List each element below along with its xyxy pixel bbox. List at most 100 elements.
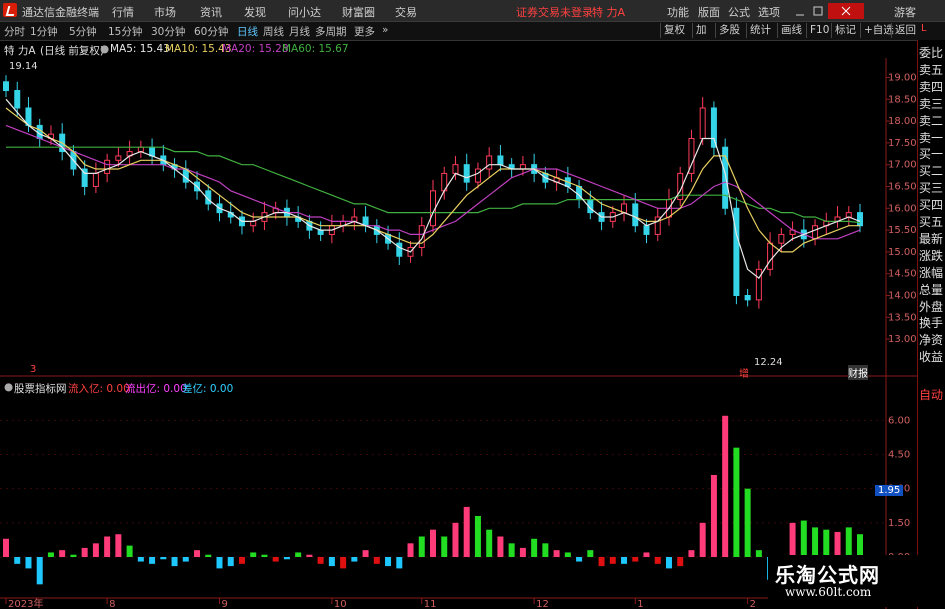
- candle-body: [250, 220, 257, 227]
- indicator-bar: [238, 557, 245, 564]
- tab-more[interactable]: 更多: [354, 24, 375, 39]
- tab-fenshi[interactable]: 分时: [4, 24, 25, 39]
- indicator-bar: [194, 550, 201, 557]
- price-tick-label: 15.50: [888, 225, 917, 236]
- candle-body: [3, 81, 9, 92]
- indicator-bar: [418, 536, 425, 557]
- indicator-bar: [149, 557, 156, 564]
- finance-report-tag[interactable]: 财报: [848, 365, 868, 380]
- side-panel-item[interactable]: 买一: [919, 147, 945, 162]
- side-panel-item[interactable]: 买二: [919, 164, 945, 179]
- price-tick-label: 19.00: [888, 72, 917, 83]
- tab-60min[interactable]: 60分钟: [194, 24, 228, 39]
- price-tick-label: 18.00: [888, 116, 917, 127]
- menu-item-zixun[interactable]: 资讯: [200, 4, 222, 20]
- date-tick-label: 2: [750, 599, 756, 609]
- indicator-bar: [104, 536, 111, 557]
- side-panel-item[interactable]: 涨幅: [919, 266, 945, 281]
- tab-1min[interactable]: 1分钟: [30, 24, 58, 39]
- date-tick-label: 11: [424, 599, 437, 609]
- tab-weekly[interactable]: 周线: [263, 24, 284, 39]
- menu-item-shichang[interactable]: 市场: [154, 4, 176, 20]
- fuquan-button[interactable]: 复权: [660, 23, 688, 38]
- statistics-button[interactable]: 统计: [746, 23, 774, 38]
- side-panel-item[interactable]: 收益: [919, 350, 945, 365]
- side-panel-item[interactable]: 卖二: [919, 114, 945, 129]
- indicator-bar: [306, 554, 313, 557]
- kline-chart[interactable]: 19.0018.5018.0017.5017.0016.5016.0015.50…: [0, 58, 917, 609]
- guest-label[interactable]: 游客: [894, 4, 916, 20]
- menu-item-jiaoyi[interactable]: 交易: [395, 4, 417, 20]
- side-panel-item[interactable]: 卖一: [919, 131, 945, 146]
- restore-icon[interactable]: [812, 5, 824, 17]
- indicator-bar: [857, 534, 863, 557]
- multi-stock-button[interactable]: 多股: [715, 23, 743, 38]
- candle-body: [755, 268, 762, 301]
- menu-item-hangqing[interactable]: 行情: [112, 4, 134, 20]
- side-panel-item[interactable]: 买四: [919, 198, 945, 213]
- side-panel-item[interactable]: 卖三: [919, 97, 945, 112]
- tab-monthly[interactable]: 月线: [289, 24, 310, 39]
- tab-15min[interactable]: 15分钟: [108, 24, 142, 39]
- side-panel-item[interactable]: 换手: [919, 316, 945, 331]
- side-panel-item[interactable]: 卖五: [919, 63, 945, 78]
- side-panel-item[interactable]: 买三: [919, 181, 945, 196]
- indicator-bar: [36, 557, 43, 585]
- app-title: 通达信金融终端: [22, 6, 99, 19]
- indicator-bar: [497, 536, 504, 557]
- auto-button[interactable]: 自动: [919, 388, 945, 403]
- price-tick-label: 13.50: [888, 312, 917, 323]
- mark-button[interactable]: 标记: [831, 23, 859, 38]
- tab-daily[interactable]: 日线: [237, 24, 258, 39]
- close-icon[interactable]: [828, 3, 864, 19]
- indicator-bar: [609, 557, 616, 564]
- indicator-bar: [486, 529, 493, 557]
- side-panel-item[interactable]: 委比: [919, 46, 945, 61]
- tab-multi-period[interactable]: 多周期: [315, 24, 347, 39]
- menu-item-faxian[interactable]: 发现: [244, 4, 266, 20]
- ma20-value: MA20: 15.28: [222, 43, 289, 55]
- indicator-bar: [587, 550, 594, 557]
- back-button[interactable]: 返回: [891, 23, 919, 38]
- side-panel-item[interactable]: 净资: [919, 333, 945, 348]
- indicator-bar: [845, 527, 852, 557]
- price-tick-label: 15.00: [888, 247, 917, 258]
- side-panel-toggle[interactable]: L: [921, 23, 927, 34]
- indicator-bar: [812, 527, 819, 557]
- candle-body: [92, 172, 99, 187]
- menu-item-xuanxiang[interactable]: 选项: [758, 4, 780, 20]
- tab-30min[interactable]: 30分钟: [151, 24, 185, 39]
- settings-icon[interactable]: ●: [100, 43, 109, 55]
- menu-item-gongneng[interactable]: 功能: [667, 4, 689, 20]
- menu-item-banmian[interactable]: 版面: [698, 4, 720, 20]
- candle-body: [767, 242, 774, 270]
- side-panel-item[interactable]: 最新: [919, 232, 945, 247]
- add-button[interactable]: 加: [692, 23, 710, 38]
- price-tick-label: 14.50: [888, 269, 917, 280]
- indicator-bar: [598, 557, 605, 567]
- side-panel-item[interactable]: 总量: [919, 283, 945, 298]
- side-panel-item[interactable]: 卖四: [919, 80, 945, 95]
- f10-button[interactable]: F10: [806, 23, 832, 38]
- draw-line-button[interactable]: 画线: [777, 23, 805, 38]
- side-panel-item[interactable]: 涨跌: [919, 249, 945, 264]
- side-panel-item[interactable]: 外盘: [919, 300, 945, 315]
- menu-item-wenxiaoda[interactable]: 问小达: [288, 4, 321, 20]
- tab-5min[interactable]: 5分钟: [69, 24, 97, 39]
- watermark-url: www.60lt.com: [785, 585, 872, 599]
- menu-item-gongshi[interactable]: 公式: [728, 4, 750, 20]
- menu-item-caifuquan[interactable]: 财富圈: [342, 4, 375, 20]
- side-panel-item[interactable]: 买五: [919, 215, 945, 230]
- ma5-value: MA5: 15.43: [110, 43, 170, 55]
- event-tag[interactable]: 增: [739, 365, 749, 380]
- indicator-settings-icon[interactable]: ●: [4, 381, 13, 393]
- minimize-icon[interactable]: [794, 5, 806, 17]
- login-status[interactable]: 证券交易未登录: [516, 4, 593, 20]
- candle-body: [137, 146, 144, 153]
- indicator-bar: [81, 547, 88, 557]
- indicator-bar: [744, 488, 751, 557]
- candle-body: [845, 212, 852, 218]
- indicator-bar: [632, 557, 639, 562]
- indicator-bar: [542, 543, 549, 557]
- more-chevron-icon[interactable]: »: [382, 24, 388, 36]
